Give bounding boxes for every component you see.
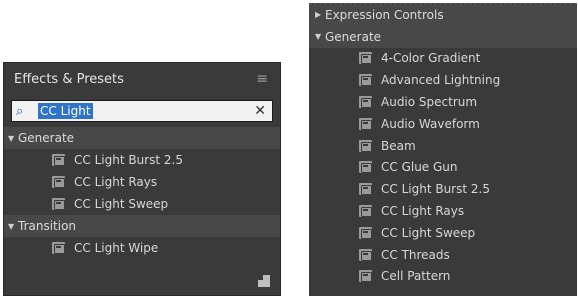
effect-icon (359, 270, 372, 283)
effect-icon (359, 248, 372, 261)
effect-icon (52, 198, 65, 210)
expanded-triangle-icon[interactable]: ▼ (8, 134, 18, 143)
effect-item[interactable]: CC Light Rays (309, 200, 577, 222)
effect-item[interactable]: CC Glue Gun (309, 156, 577, 179)
effect-item[interactable]: Cell Pattern (309, 265, 577, 288)
search-query[interactable]: CC Light (38, 103, 93, 119)
effect-item[interactable]: 4-Color Gradient (309, 47, 577, 70)
expanded-triangle-icon[interactable]: ▼ (8, 222, 18, 231)
category-label: Expression Controls (325, 7, 444, 22)
effect-label: CC Light Burst 2.5 (74, 153, 183, 167)
tree-category-expression-controls[interactable]: ▶ Expression Controls (309, 4, 577, 26)
effect-item[interactable]: CC Light Wipe (4, 237, 280, 259)
effect-icon (359, 117, 372, 130)
effect-icon (359, 74, 372, 87)
effect-icon (359, 226, 372, 239)
effect-label: CC Light Burst 2.5 (381, 182, 490, 197)
effect-item[interactable]: CC Threads (309, 243, 577, 266)
effect-icon (52, 154, 65, 166)
effect-label: Audio Waveform (381, 116, 480, 131)
collapsed-triangle-icon[interactable]: ▶ (315, 10, 325, 19)
clear-search-icon[interactable]: ✕ (254, 103, 266, 119)
effect-label: CC Glue Gun (381, 160, 458, 175)
effect-item[interactable]: CC Light Burst 2.5 (309, 178, 577, 201)
effects-tree: ▼ Generate CC Light Burst 2.5 CC Light R… (4, 127, 280, 259)
panel-footer (4, 267, 280, 295)
effect-label: Cell Pattern (381, 269, 451, 284)
panel-header: Effects & Presets ≡ (4, 63, 280, 95)
effects-presets-panel: Effects & Presets ≡ ⌕ CC Light ✕ ▼ Gener… (3, 62, 281, 296)
effect-icon (359, 96, 372, 109)
effect-label: Beam (381, 138, 416, 153)
effect-item[interactable]: CC Light Sweep (4, 193, 280, 215)
effect-item[interactable]: Audio Spectrum (309, 91, 577, 113)
effect-icon (359, 139, 372, 152)
category-label: Transition (18, 219, 77, 233)
effect-icon (359, 161, 372, 174)
effect-label: Advanced Lightning (381, 73, 501, 88)
new-folder-icon[interactable] (258, 275, 270, 287)
panel-menu-icon[interactable]: ≡ (256, 71, 268, 87)
expanded-triangle-icon[interactable]: ▼ (315, 32, 325, 41)
effect-item[interactable]: Beam (309, 134, 577, 157)
effect-label: 4-Color Gradient (381, 51, 481, 66)
effect-icon (359, 52, 372, 65)
effect-item[interactable]: CC Light Burst 2.5 (4, 149, 280, 171)
search-icon[interactable]: ⌕ (16, 104, 38, 119)
effect-item[interactable]: CC Light Rays (4, 171, 280, 193)
effect-icon (52, 176, 65, 188)
effect-label: CC Light Rays (74, 175, 158, 189)
search-input[interactable]: ⌕ CC Light ✕ (11, 100, 273, 122)
tree-category-generate[interactable]: ▼ Generate (4, 127, 280, 149)
category-label: Generate (325, 29, 382, 44)
effect-label: CC Threads (381, 247, 450, 262)
effect-label: CC Light Rays (381, 204, 465, 219)
effect-label: CC Light Wipe (74, 241, 159, 255)
effect-label: CC Light Sweep (74, 197, 169, 211)
effect-item[interactable]: CC Light Sweep (309, 221, 577, 244)
tree-category-transition[interactable]: ▼ Transition (4, 215, 280, 237)
effect-icon (52, 242, 65, 254)
tree-category-generate[interactable]: ▼ Generate (309, 25, 577, 48)
effect-item[interactable]: Audio Waveform (309, 112, 577, 135)
effect-icon (359, 183, 372, 196)
search-wrapper: ⌕ CC Light ✕ (4, 95, 280, 127)
panel-title: Effects & Presets (14, 71, 124, 87)
effect-icon (359, 205, 372, 218)
category-label: Generate (18, 131, 75, 145)
effect-label: Audio Spectrum (381, 95, 478, 110)
effect-label: CC Light Sweep (381, 225, 476, 240)
effect-item[interactable]: Advanced Lightning (309, 69, 577, 92)
effects-list-panel: ▶ Expression Controls ▼ Generate 4-Color… (309, 3, 577, 296)
